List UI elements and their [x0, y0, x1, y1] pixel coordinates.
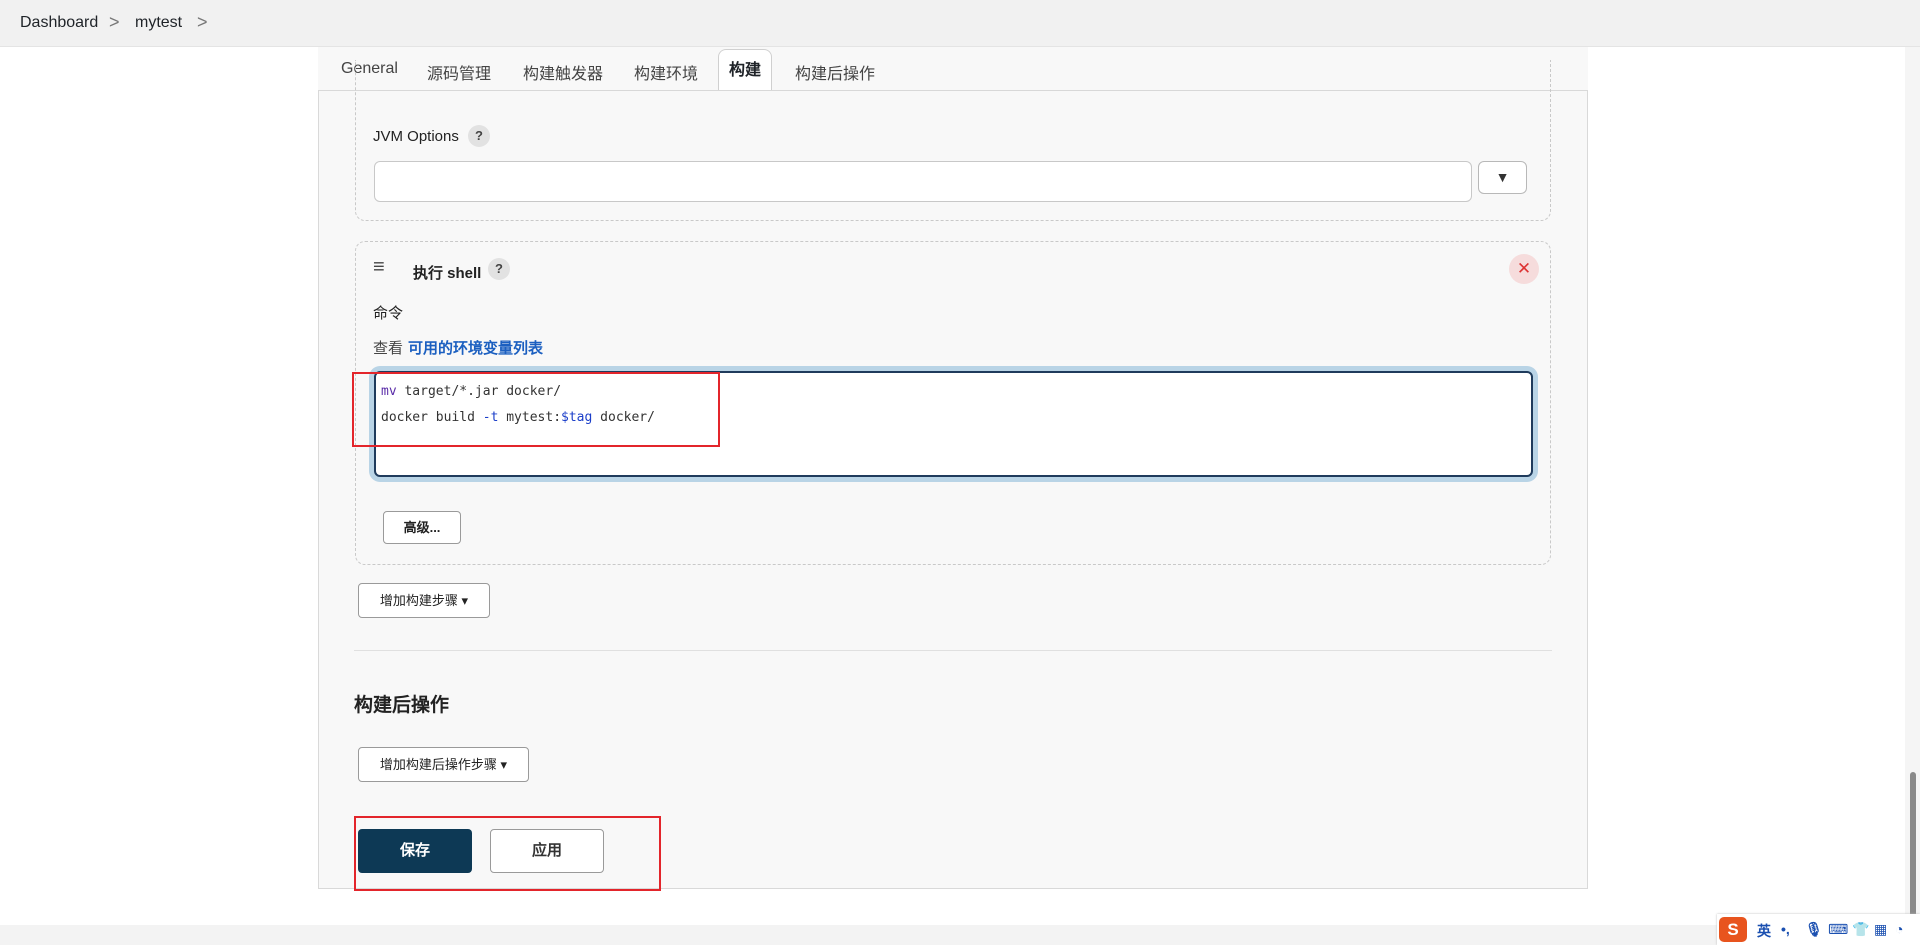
advanced-button[interactable]: 高级... — [383, 511, 461, 544]
add-build-step-button[interactable]: 增加构建步骤 ▾ — [358, 583, 490, 618]
divider — [378, 90, 1471, 91]
ime-language-toggle[interactable]: 英 — [1757, 921, 1771, 941]
help-icon[interactable]: ? — [468, 125, 490, 147]
keyboard-icon[interactable]: ⌨ — [1828, 921, 1848, 938]
jvm-options-input[interactable] — [374, 161, 1472, 202]
shell-step-title: 执行 shell — [413, 265, 482, 282]
env-vars-link[interactable]: 可用的环境变量列表 — [408, 337, 543, 358]
caret-down-icon: ▾ — [461, 593, 469, 608]
microphone-icon[interactable]: 🎙 — [1805, 921, 1823, 938]
divider — [354, 650, 1552, 651]
bottom-strip — [0, 925, 1920, 945]
breadcrumb-bar: Dashboard > mytest > — [0, 0, 1920, 47]
ime-toolbar: S 英 •, 🎙 ⌨ 👕 ▦ ◔ — [1717, 914, 1920, 945]
add-build-step-label: 增加构建步骤 — [379, 593, 458, 608]
env-vars-prefix: 查看 — [373, 340, 404, 357]
highlight-box — [354, 816, 661, 891]
breadcrumb-mytest[interactable]: mytest — [135, 14, 182, 32]
command-label: 命令 — [373, 305, 404, 322]
add-post-build-step-button[interactable]: 增加构建后操作步骤 ▾ — [358, 747, 529, 782]
breadcrumb-dashboard[interactable]: Dashboard — [20, 14, 98, 32]
mascot-icon[interactable]: ◔ — [1895, 921, 1903, 937]
ime-punctuation-toggle[interactable]: •, — [1781, 921, 1790, 937]
jvm-options-expand-button[interactable]: ▼ — [1478, 161, 1527, 194]
add-post-build-step-label: 增加构建后操作步骤 — [379, 757, 497, 772]
ime-logo-icon[interactable]: S — [1719, 917, 1747, 942]
chevron-right-icon[interactable]: > — [197, 12, 208, 33]
close-icon[interactable]: ✕ — [1509, 254, 1539, 284]
chevron-right-icon: > — [109, 12, 120, 32]
highlight-box — [352, 372, 720, 447]
caret-down-icon: ▾ — [500, 757, 508, 772]
skin-icon[interactable]: 👕 — [1852, 921, 1869, 938]
post-build-heading: 构建后操作 — [354, 695, 450, 716]
scrollbar-thumb[interactable] — [1910, 772, 1916, 922]
toolbox-icon[interactable]: ▦ — [1874, 921, 1887, 938]
jvm-options-label: JVM Options — [373, 128, 459, 145]
drag-handle-icon[interactable]: ≡ — [373, 256, 385, 279]
help-icon[interactable]: ? — [488, 258, 510, 280]
